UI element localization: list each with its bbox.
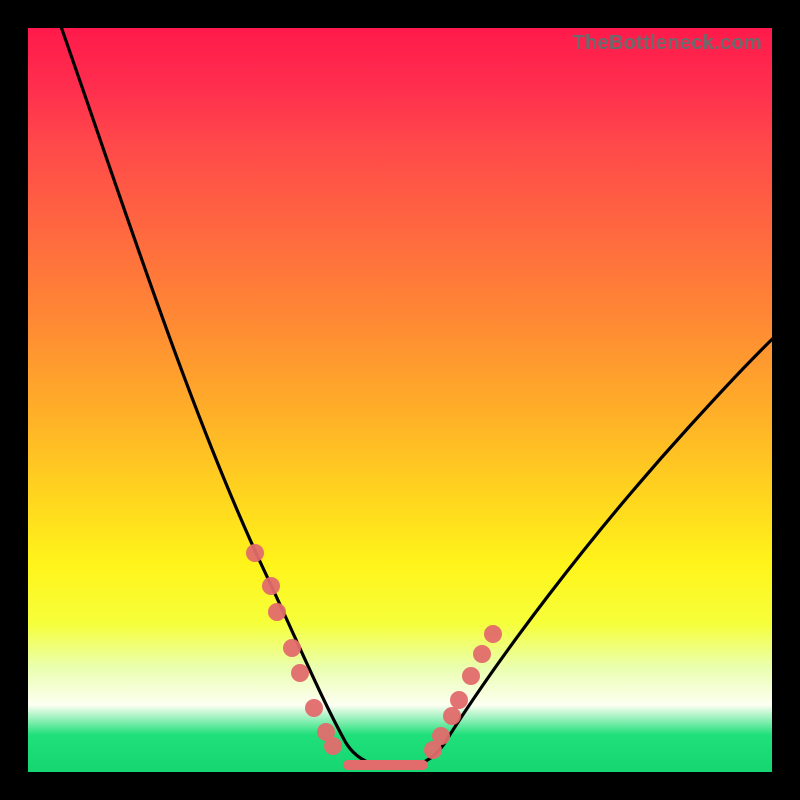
marker-dot <box>450 691 468 709</box>
marker-group-left <box>246 544 342 755</box>
marker-group-right <box>424 625 502 759</box>
marker-dot <box>262 577 280 595</box>
marker-dot <box>283 639 301 657</box>
chart-frame: TheBottleneck.com <box>0 0 800 800</box>
curve-svg <box>28 28 772 772</box>
marker-dot <box>246 544 264 562</box>
marker-dot <box>462 667 480 685</box>
marker-dot <box>432 727 450 745</box>
marker-dot <box>484 625 502 643</box>
marker-dot <box>443 707 461 725</box>
marker-dot <box>473 645 491 663</box>
bottleneck-curve <box>58 18 788 768</box>
plot-area: TheBottleneck.com <box>28 28 772 772</box>
marker-dot <box>268 603 286 621</box>
marker-dot <box>291 664 309 682</box>
marker-dot <box>324 737 342 755</box>
marker-dot <box>305 699 323 717</box>
